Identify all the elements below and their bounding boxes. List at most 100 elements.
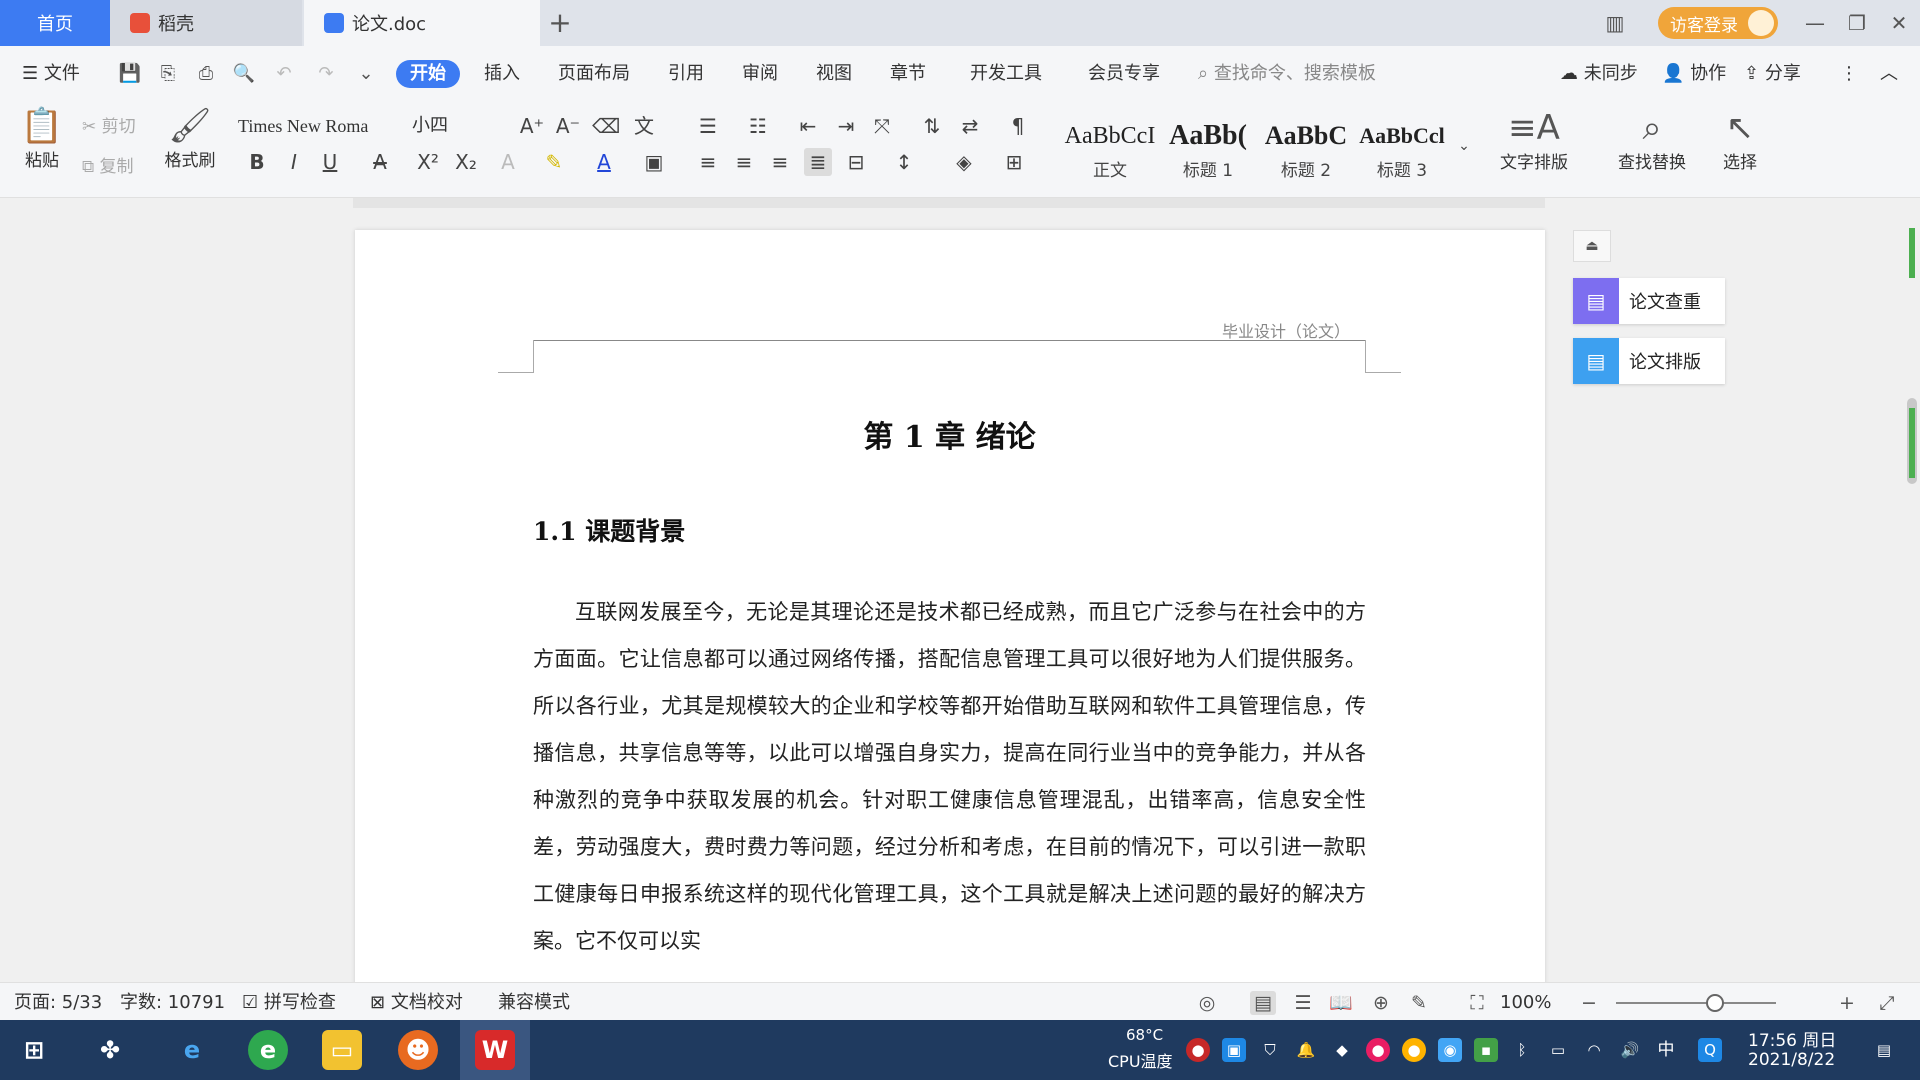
save-icon[interactable]: 💾 xyxy=(118,62,142,86)
font-size-select[interactable]: 小四 xyxy=(412,112,508,140)
battery-icon[interactable]: ▭ xyxy=(1546,1038,1570,1062)
web-view-icon[interactable]: ⊕ xyxy=(1368,991,1394,1015)
fan-app-icon[interactable]: ✤ xyxy=(90,1030,130,1070)
align-left-icon[interactable]: ≡ xyxy=(694,148,722,176)
sync-button[interactable]: ☁ 未同步 xyxy=(1560,60,1638,88)
share-button[interactable]: ⇪ 分享 xyxy=(1744,60,1801,88)
text-layout-button[interactable]: ≡A 文字排版 xyxy=(1486,108,1582,173)
export-pdf-icon[interactable]: ⎘ xyxy=(156,62,180,86)
bullet-list-icon[interactable]: ☰ xyxy=(694,112,722,140)
menu-review[interactable]: 审阅 xyxy=(742,60,778,88)
collapse-ribbon-icon[interactable]: ︿ xyxy=(1880,60,1898,88)
browser-360-icon[interactable]: e xyxy=(248,1030,288,1070)
distributed-icon[interactable]: ⊟ xyxy=(842,148,870,176)
grow-font-icon[interactable]: A⁺ xyxy=(518,112,546,140)
strikethrough-icon[interactable]: A xyxy=(366,148,394,176)
shrink-font-icon[interactable]: A⁻ xyxy=(554,112,582,140)
spell-check-button[interactable]: ☑ 拼写检查 xyxy=(242,992,336,1014)
menu-developer[interactable]: 开发工具 xyxy=(970,60,1042,88)
new-tab-button[interactable]: + xyxy=(545,8,575,38)
wps-writer-taskbar-item[interactable]: W xyxy=(460,1020,530,1080)
superscript-icon[interactable]: X² xyxy=(414,148,442,176)
page-view-icon[interactable]: ▤ xyxy=(1250,991,1276,1015)
tab-home[interactable]: 首页 xyxy=(0,0,110,46)
italic-icon[interactable]: I xyxy=(280,148,308,176)
undo-icon[interactable]: ↶ xyxy=(272,62,296,86)
text-effect-icon[interactable]: A xyxy=(494,148,522,176)
decrease-indent-icon[interactable]: ⇤ xyxy=(794,112,822,140)
ime-indicator[interactable]: 中 xyxy=(1654,1038,1678,1062)
fit-page-icon[interactable]: ⛶ xyxy=(1464,991,1490,1015)
tray-app-icon[interactable]: ● xyxy=(1186,1038,1210,1062)
notification-icon[interactable]: ▤ xyxy=(1872,1038,1896,1062)
menu-references[interactable]: 引用 xyxy=(668,60,704,88)
shading-icon[interactable]: ◈ xyxy=(950,148,978,176)
paper-layout-button[interactable]: ▤ 论文排版 xyxy=(1573,338,1725,384)
show-marks-icon[interactable]: ¶ xyxy=(1004,112,1032,140)
nvidia-icon[interactable]: ▪ xyxy=(1474,1038,1498,1062)
styles-more-icon[interactable]: ⌄ xyxy=(1450,132,1478,160)
collab-button[interactable]: 👤 协作 xyxy=(1662,60,1726,88)
cut-button[interactable]: ✂ 剪切 xyxy=(82,112,136,137)
guest-login-button[interactable]: 访客登录 xyxy=(1658,7,1778,39)
clear-format-icon[interactable]: ⌫ xyxy=(592,112,620,140)
align-right-icon[interactable]: ≡ xyxy=(766,148,794,176)
menu-page-layout[interactable]: 页面布局 xyxy=(558,60,630,88)
justify-icon[interactable]: ≣ xyxy=(804,148,832,176)
phonetic-guide-icon[interactable]: 文 xyxy=(630,112,658,140)
vertical-scrollbar[interactable] xyxy=(1904,198,1920,982)
numbered-list-icon[interactable]: ☷ xyxy=(744,112,772,140)
subscript-icon[interactable]: X₂ xyxy=(452,148,480,176)
file-explorer-icon[interactable]: ▭ xyxy=(322,1030,362,1070)
ie-browser-icon[interactable]: e xyxy=(172,1030,212,1070)
reading-view-icon[interactable]: 📖 xyxy=(1328,991,1354,1015)
chinese-layout-icon[interactable]: ⤧ xyxy=(868,112,896,140)
char-border-icon[interactable]: ▣ xyxy=(640,148,668,176)
page-indicator[interactable]: 页面: 5/33 xyxy=(14,992,102,1014)
layout-toggle-icon[interactable]: ▥ xyxy=(1600,10,1630,36)
command-search[interactable]: ⌕ 查找命令、搜索模板 xyxy=(1198,60,1376,88)
style-heading-1[interactable]: AaBb( 标题 1 xyxy=(1160,116,1256,190)
copy-button[interactable]: ⧉ 复制 xyxy=(82,152,134,177)
tab-daoke[interactable]: 稻壳 xyxy=(110,0,302,46)
menu-member[interactable]: 会员专享 xyxy=(1088,60,1160,88)
zoom-in-icon[interactable]: + xyxy=(1834,991,1860,1015)
highlight-icon[interactable]: ✎ xyxy=(540,148,568,176)
wifi-icon[interactable]: ◠ xyxy=(1582,1038,1606,1062)
bluetooth-icon[interactable]: ᛒ xyxy=(1510,1038,1534,1062)
eye-protect-icon[interactable]: ◎ xyxy=(1194,991,1220,1015)
line-spacing-icon[interactable]: ↕ xyxy=(890,148,918,176)
restore-button[interactable]: ❐ xyxy=(1842,10,1872,36)
style-normal[interactable]: AaBbCcI 正文 xyxy=(1062,116,1158,190)
align-center-icon[interactable]: ≡ xyxy=(730,148,758,176)
outline-view-icon[interactable]: ☰ xyxy=(1290,991,1316,1015)
game-app-icon[interactable]: ☻ xyxy=(398,1030,438,1070)
bell-icon[interactable]: 🔔 xyxy=(1294,1038,1318,1062)
clock-time[interactable]: 17:56 周日 xyxy=(1748,1026,1836,1051)
tray-app-icon[interactable]: ● xyxy=(1366,1038,1390,1062)
tray-app-icon[interactable]: ● xyxy=(1402,1038,1426,1062)
underline-icon[interactable]: U xyxy=(316,148,344,176)
menu-view[interactable]: 视图 xyxy=(816,60,852,88)
tray-app-icon[interactable]: ▣ xyxy=(1222,1038,1246,1062)
borders-icon[interactable]: ⊞ xyxy=(1000,148,1028,176)
more-icon[interactable]: ⋮ xyxy=(1840,60,1858,88)
word-count[interactable]: 字数: 10791 xyxy=(120,992,225,1014)
shield-icon[interactable]: ⛉ xyxy=(1258,1038,1282,1062)
find-replace-button[interactable]: ⌕ 查找替换 xyxy=(1604,108,1700,173)
style-heading-3[interactable]: AaBbCcl 标题 3 xyxy=(1354,116,1450,190)
close-button[interactable]: ✕ xyxy=(1884,10,1914,36)
bold-icon[interactable]: B xyxy=(243,148,271,176)
zoom-slider-handle[interactable] xyxy=(1706,994,1724,1012)
zoom-select[interactable]: 100% xyxy=(1500,992,1551,1014)
minimize-button[interactable]: — xyxy=(1800,10,1830,36)
customize-chevron-icon[interactable]: ⌄ xyxy=(354,62,378,86)
volume-icon[interactable]: 🔊 xyxy=(1618,1038,1642,1062)
menu-insert[interactable]: 插入 xyxy=(484,60,520,88)
print-icon[interactable]: ⎙ xyxy=(194,62,218,86)
tab-document[interactable]: 论文.doc xyxy=(304,0,540,46)
sort-icon[interactable]: ⇅ xyxy=(918,112,946,140)
zoom-out-icon[interactable]: − xyxy=(1576,991,1602,1015)
zoom-slider[interactable] xyxy=(1616,1002,1776,1004)
windows-start-icon[interactable]: ⊞ xyxy=(14,1030,54,1070)
